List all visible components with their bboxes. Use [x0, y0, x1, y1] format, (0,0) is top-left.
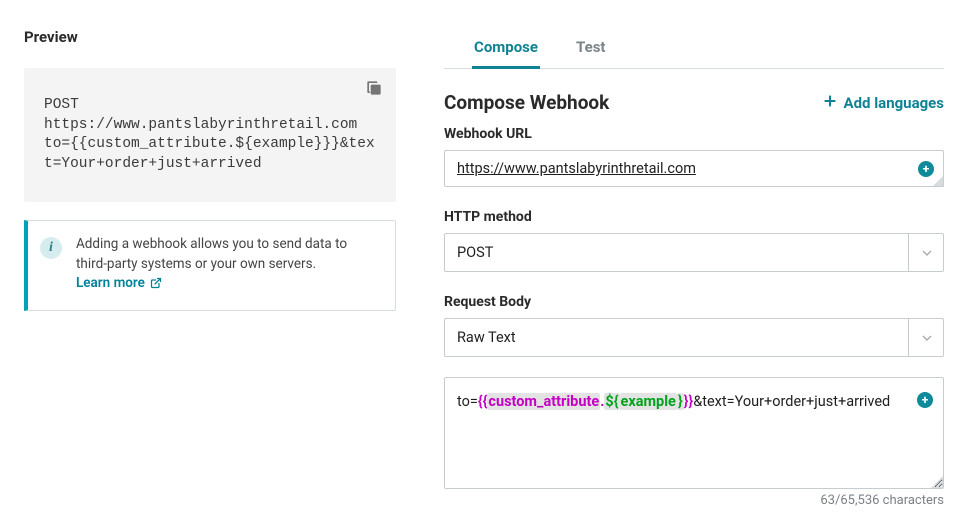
tabs: Compose Test	[444, 28, 944, 69]
external-link-icon	[150, 276, 162, 296]
tab-test[interactable]: Test	[576, 28, 606, 68]
add-languages-button[interactable]: Add languages	[822, 93, 944, 113]
http-method-select-wrap: POST	[444, 233, 944, 272]
section-title: Compose Webhook	[444, 91, 609, 114]
compose-panel: Compose Test Compose Webhook Add languag…	[444, 28, 944, 513]
copy-icon[interactable]	[364, 78, 384, 98]
add-personalization-icon[interactable]: +	[917, 392, 933, 408]
rb-attribute: custom_attribute	[487, 393, 600, 410]
info-icon: i	[40, 237, 62, 259]
character-count: 63/65,536 characters	[444, 493, 944, 508]
rb-example: example	[620, 393, 677, 410]
rb-brace-open: {{	[478, 393, 488, 410]
webhook-url-input[interactable]	[444, 150, 944, 187]
rb-example-open: ${	[604, 393, 619, 410]
rb-example-close: }	[677, 393, 684, 410]
rb-suffix: &text=Your+order+just+arrived	[693, 393, 890, 410]
request-body-type-select[interactable]: Raw Text	[444, 318, 944, 357]
info-text-container: Adding a webhook allows you to send data…	[76, 235, 381, 296]
learn-more-link[interactable]: Learn more	[76, 275, 162, 291]
info-text: Adding a webhook allows you to send data…	[76, 236, 347, 272]
rb-prefix: to=	[457, 393, 478, 410]
webhook-url-label: Webhook URL	[444, 126, 944, 142]
tab-compose[interactable]: Compose	[474, 28, 538, 68]
section-header: Compose Webhook Add languages	[444, 91, 944, 114]
resize-handle-icon	[932, 175, 944, 187]
preview-text: POST https://www.pantslabyrinthretail.co…	[44, 96, 376, 174]
preview-box: POST https://www.pantslabyrinthretail.co…	[24, 68, 396, 202]
learn-more-label: Learn more	[76, 275, 145, 291]
webhook-url-input-wrap: +	[444, 150, 944, 187]
rb-brace-close: }}	[684, 393, 694, 410]
http-method-select[interactable]: POST	[444, 233, 944, 272]
request-body-label: Request Body	[444, 294, 944, 310]
plus-icon	[822, 93, 838, 113]
add-languages-label: Add languages	[844, 94, 944, 112]
preview-panel: Preview POST https://www.pantslabyrinthr…	[24, 28, 396, 513]
preview-title: Preview	[24, 28, 396, 46]
info-callout: i Adding a webhook allows you to send da…	[24, 220, 396, 311]
resize-handle-icon	[931, 476, 943, 488]
request-body-editor[interactable]: to={{custom_attribute.${example}}}&text=…	[444, 377, 944, 489]
page-root: Preview POST https://www.pantslabyrinthr…	[0, 0, 968, 525]
request-body-type-select-wrap: Raw Text	[444, 318, 944, 357]
request-body-content: to={{custom_attribute.${example}}}&text=…	[457, 393, 890, 410]
http-method-label: HTTP method	[444, 209, 944, 225]
